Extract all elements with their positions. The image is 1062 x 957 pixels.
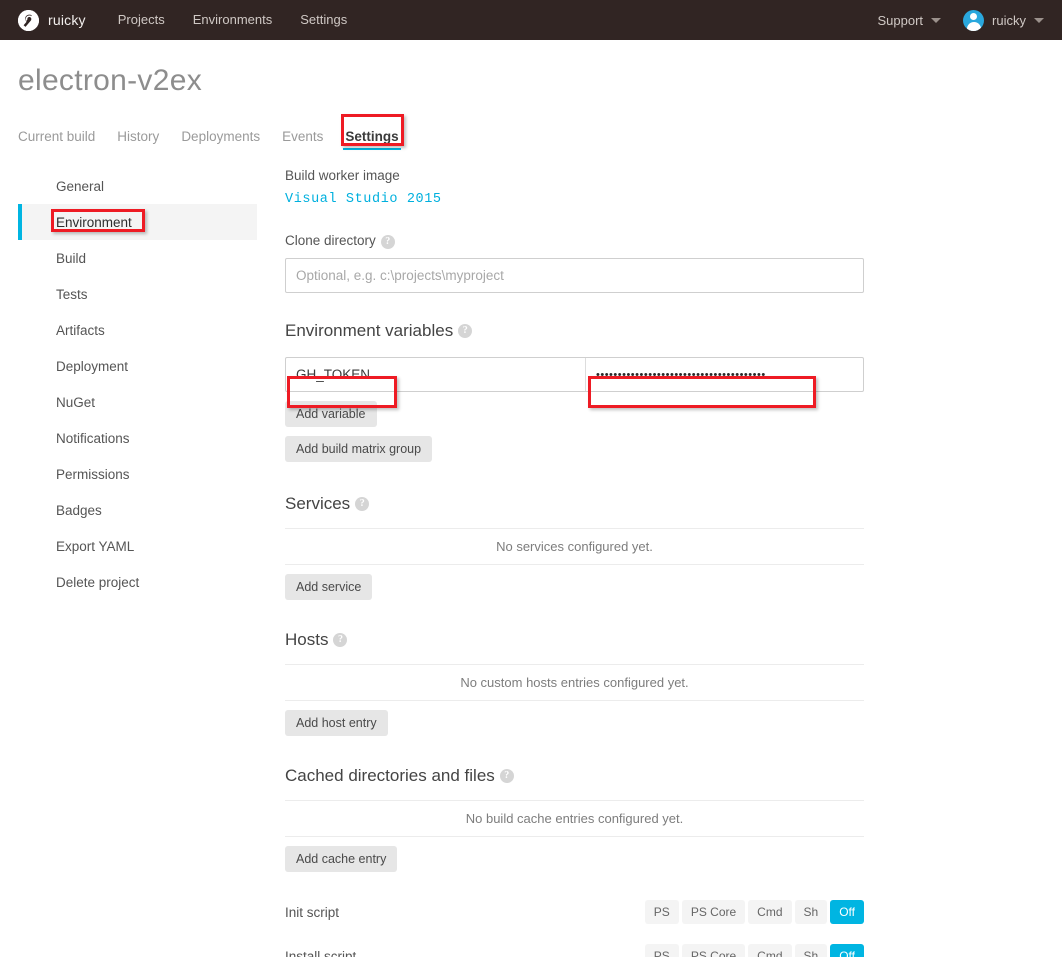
- tab-settings[interactable]: Settings: [343, 129, 401, 150]
- user-name-label: ruicky: [992, 12, 1026, 28]
- build-worker-image-label: Build worker image: [285, 168, 400, 183]
- sidebar-item-label: Delete project: [56, 574, 140, 590]
- environment-variables-section: Environment variables? •••••••••••••••••…: [285, 321, 864, 462]
- sidebar-item-notifications[interactable]: Notifications: [18, 420, 257, 456]
- clone-directory-input[interactable]: [285, 258, 864, 293]
- add-service-button[interactable]: Add service: [285, 574, 373, 600]
- env-var-value-masked[interactable]: •••••••••••••••••••••••••••••••••••••••: [586, 369, 863, 381]
- install-script-option-sh[interactable]: Sh: [794, 944, 828, 957]
- env-var-name-cell: [286, 358, 586, 391]
- init-script-option-off[interactable]: Off: [830, 900, 864, 924]
- sidebar-item-label: Notifications: [56, 430, 130, 446]
- sidebar-item-label: Build: [56, 250, 87, 266]
- sidebar-item-label: Environment: [56, 214, 132, 230]
- project-tabs: Current build History Deployments Events…: [18, 114, 1044, 150]
- env-var-value-cell[interactable]: •••••••••••••••••••••••••••••••••••••••: [586, 358, 863, 391]
- sidebar-item-environment[interactable]: Environment: [18, 204, 257, 240]
- sidebar-item-label: Badges: [56, 502, 102, 518]
- cache-title: Cached directories and files?: [285, 766, 864, 786]
- install-script-option-ps-core[interactable]: PS Core: [681, 944, 746, 957]
- scripts-section: Init script PS PS Core Cmd Sh Off Instal…: [285, 890, 864, 957]
- nav-link-settings[interactable]: Settings: [300, 0, 347, 40]
- chevron-down-icon: [931, 17, 942, 23]
- nav-link-environments[interactable]: Environments: [193, 0, 272, 40]
- sidebar-item-label: Tests: [56, 286, 88, 302]
- clone-directory-field: Clone directory?: [285, 233, 864, 293]
- init-script-row: Init script PS PS Core Cmd Sh Off: [285, 890, 864, 934]
- help-icon[interactable]: ?: [380, 235, 395, 249]
- sidebar-item-artifacts[interactable]: Artifacts: [18, 312, 257, 348]
- primary-nav: Projects Environments Settings: [118, 0, 347, 40]
- settings-sidebar: General Environment Build Tests Artifact…: [18, 168, 257, 957]
- sidebar-item-badges[interactable]: Badges: [18, 492, 257, 528]
- install-script-mode-group: PS PS Core Cmd Sh Off: [644, 944, 864, 957]
- add-build-matrix-group-button[interactable]: Add build matrix group: [285, 436, 433, 462]
- sidebar-item-label: Export YAML: [56, 538, 135, 554]
- install-script-option-ps[interactable]: PS: [644, 944, 679, 957]
- sidebar-item-label: Deployment: [56, 358, 129, 374]
- env-var-row: •••••••••••••••••••••••••••••••••••••••: [285, 357, 864, 392]
- hosts-section: Hosts? No custom hosts entries configure…: [285, 630, 864, 736]
- tab-events[interactable]: Events: [282, 129, 323, 150]
- nav-link-projects[interactable]: Projects: [118, 0, 165, 40]
- help-icon[interactable]: ?: [333, 633, 348, 647]
- install-script-option-off[interactable]: Off: [830, 944, 864, 957]
- hosts-empty-row: No custom hosts entries configured yet.: [285, 664, 864, 701]
- sidebar-item-label: General: [56, 178, 105, 194]
- install-script-option-cmd[interactable]: Cmd: [748, 944, 792, 957]
- user-menu[interactable]: ruicky: [963, 9, 1044, 31]
- build-worker-image-value[interactable]: Visual Studio 2015: [285, 192, 864, 207]
- help-icon[interactable]: ?: [355, 497, 370, 511]
- clone-directory-label: Clone directory?: [285, 233, 864, 249]
- sidebar-item-tests[interactable]: Tests: [18, 276, 257, 312]
- env-var-name-input[interactable]: [286, 358, 585, 391]
- environment-settings-panel: Build worker image Visual Studio 2015 Cl…: [257, 168, 1044, 957]
- cache-empty-row: No build cache entries configured yet.: [285, 800, 864, 837]
- init-script-option-sh[interactable]: Sh: [794, 900, 828, 924]
- cache-section: Cached directories and files? No build c…: [285, 766, 864, 872]
- environment-variables-title: Environment variables?: [285, 321, 864, 341]
- add-host-entry-button[interactable]: Add host entry: [285, 710, 388, 736]
- add-variable-button[interactable]: Add variable: [285, 401, 377, 427]
- sidebar-item-general[interactable]: General: [18, 168, 257, 204]
- sidebar-item-export-yaml[interactable]: Export YAML: [18, 528, 257, 564]
- page-title: electron-v2ex: [18, 64, 202, 97]
- sidebar-item-permissions[interactable]: Permissions: [18, 456, 257, 492]
- tab-current-build[interactable]: Current build: [18, 129, 95, 150]
- sidebar-item-label: NuGet: [56, 394, 96, 410]
- install-script-label: Install script: [285, 948, 357, 957]
- sidebar-item-label: Permissions: [56, 466, 130, 482]
- sidebar-item-deployment[interactable]: Deployment: [18, 348, 257, 384]
- help-icon[interactable]: ?: [499, 769, 514, 783]
- sidebar-item-build[interactable]: Build: [18, 240, 257, 276]
- services-section: Services? No services configured yet. Ad…: [285, 494, 864, 600]
- init-script-label: Init script: [285, 904, 340, 920]
- sidebar-item-delete-project[interactable]: Delete project: [18, 564, 257, 600]
- support-label: Support: [877, 12, 924, 28]
- add-cache-entry-button[interactable]: Add cache entry: [285, 846, 398, 872]
- chevron-down-icon: [1034, 17, 1044, 23]
- top-navbar: ruicky Projects Environments Settings Su…: [0, 0, 1062, 40]
- tab-history[interactable]: History: [117, 129, 159, 150]
- navbar-right: Support ruicky: [878, 0, 1044, 40]
- help-icon[interactable]: ?: [458, 324, 473, 338]
- brand-name: ruicky: [48, 12, 86, 28]
- install-script-row: Install script PS PS Core Cmd Sh Off: [285, 934, 864, 957]
- sidebar-item-nuget[interactable]: NuGet: [18, 384, 257, 420]
- hosts-title: Hosts?: [285, 630, 864, 650]
- support-menu[interactable]: Support: [878, 13, 942, 28]
- appveyor-logo-icon: [18, 9, 39, 31]
- init-script-option-ps-core[interactable]: PS Core: [681, 900, 746, 924]
- services-empty-row: No services configured yet.: [285, 528, 864, 565]
- tab-deployments[interactable]: Deployments: [181, 129, 260, 150]
- init-script-option-cmd[interactable]: Cmd: [748, 900, 792, 924]
- sidebar-item-label: Artifacts: [56, 322, 105, 338]
- init-script-option-ps[interactable]: PS: [644, 900, 679, 924]
- avatar: [963, 9, 985, 31]
- brand-home-link[interactable]: ruicky: [18, 9, 86, 31]
- build-worker-image-field: Build worker image Visual Studio 2015: [285, 168, 864, 207]
- environment-variables-list: •••••••••••••••••••••••••••••••••••••••: [285, 357, 864, 392]
- init-script-mode-group: PS PS Core Cmd Sh Off: [644, 900, 864, 924]
- services-title: Services?: [285, 494, 864, 514]
